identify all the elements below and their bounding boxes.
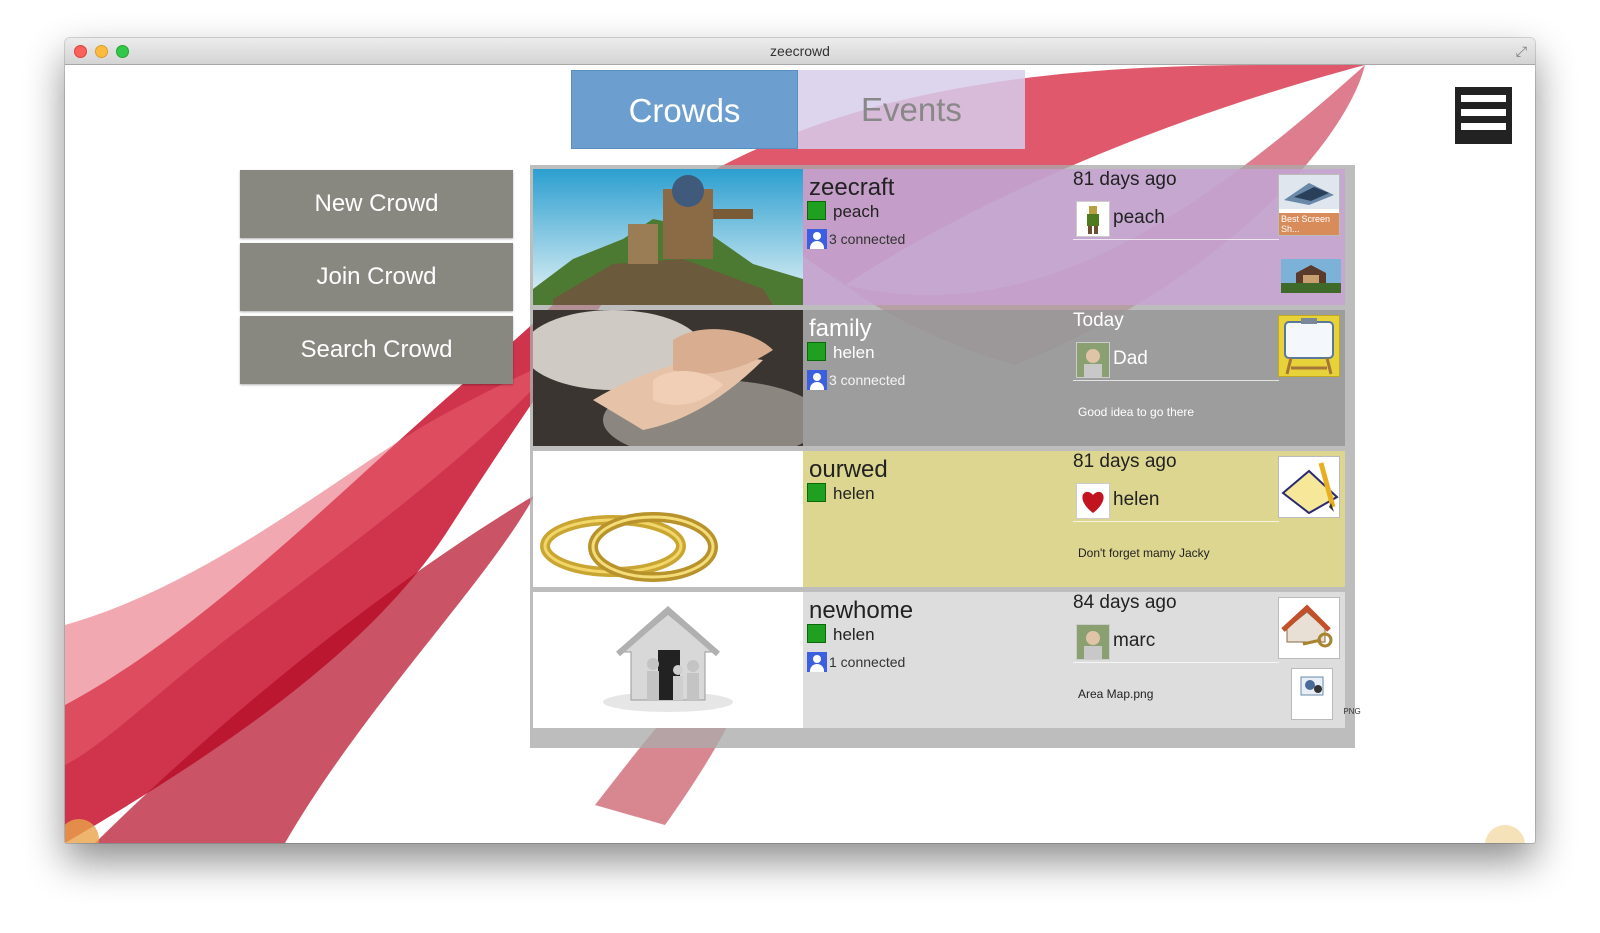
heart-avatar-icon (1076, 483, 1110, 519)
hamburger-menu-icon[interactable] (1455, 87, 1512, 144)
online-status-icon (807, 624, 826, 643)
search-crowd-button[interactable]: Search Crowd (240, 316, 513, 384)
online-status-icon (807, 342, 826, 361)
app-content: Crowds Events New Crowd Join Crowd Searc… (65, 65, 1535, 843)
attachment-filename: Area Map.png (1078, 687, 1154, 701)
crowd-owner: helen (807, 342, 875, 363)
tab-events[interactable]: Events (798, 70, 1025, 149)
connected-count: 1 connected (807, 652, 905, 672)
window-title: zeecrowd (770, 43, 830, 59)
latest-post[interactable]: Dad (1073, 340, 1279, 381)
house-keys-thumbnail[interactable] (1278, 597, 1340, 659)
crowd-image-rings (533, 451, 803, 587)
screenshot-thumbnail[interactable]: Best Screen Sh... (1278, 174, 1340, 236)
new-crowd-button[interactable]: New Crowd (240, 170, 513, 238)
crowd-list: zeecraft peach 3 connected 81 days ago p… (530, 165, 1361, 748)
crowd-owner: peach (807, 201, 879, 222)
person-icon (807, 229, 827, 249)
latest-post[interactable]: marc (1073, 622, 1279, 663)
pagoda-thumbnail[interactable] (1281, 259, 1341, 293)
crowd-row-family[interactable]: family helen 3 connected Today Dad Good … (533, 310, 1345, 446)
crowd-name: ourwed (809, 456, 888, 483)
person-icon (807, 652, 827, 672)
avatar (1076, 624, 1110, 660)
whiteboard-thumbnail[interactable] (1278, 315, 1340, 377)
crowd-owner: helen (807, 624, 875, 645)
person-icon (807, 370, 827, 390)
notepad-thumbnail[interactable] (1278, 456, 1340, 518)
post-message: Don't forget mamy Jacky (1078, 546, 1210, 560)
latest-post[interactable]: peach (1073, 199, 1279, 240)
latest-post[interactable]: helen (1073, 481, 1279, 522)
png-file-icon[interactable]: PNG (1291, 668, 1361, 720)
tab-crowds[interactable]: Crowds (571, 70, 798, 149)
crowd-info: zeecraft peach 3 connected 81 days ago p… (803, 169, 1345, 305)
join-crowd-button[interactable]: Join Crowd (240, 243, 513, 311)
crowd-info: ourwed helen 81 days ago helen Don't for… (803, 451, 1345, 587)
online-status-icon (807, 483, 826, 502)
last-activity-time: 81 days ago (1073, 451, 1177, 472)
crowd-row-newhome[interactable]: newhome helen 1 connected 84 days ago ma… (533, 592, 1361, 728)
poster-name: Dad (1113, 348, 1148, 369)
app-window: zeecrowd ⤢ Crowds Events New Crowd Join … (65, 38, 1535, 843)
crowd-image-hands (533, 310, 803, 446)
poster-name: helen (1113, 489, 1160, 510)
poster-name: peach (1113, 207, 1165, 228)
avatar (1076, 342, 1110, 378)
last-activity-time: 81 days ago (1073, 169, 1177, 190)
post-message: Good idea to go there (1078, 405, 1195, 419)
poster-name: marc (1113, 630, 1156, 651)
crowd-name: newhome (809, 597, 914, 624)
connected-count: 3 connected (807, 229, 905, 249)
crowd-owner: helen (807, 483, 875, 504)
title-bar: zeecrowd ⤢ (65, 38, 1535, 65)
crowd-image-house (533, 592, 803, 728)
crowd-name: family (809, 315, 872, 342)
fullscreen-icon[interactable]: ⤢ (1516, 43, 1527, 60)
avatar (1076, 201, 1110, 237)
crowd-name: zeecraft (809, 174, 895, 201)
connected-count: 3 connected (807, 370, 905, 390)
crowd-image-castle (533, 169, 803, 305)
crowd-row-zeecraft[interactable]: zeecraft peach 3 connected 81 days ago p… (533, 169, 1345, 305)
crowd-info: newhome helen 1 connected 84 days ago ma… (803, 592, 1361, 728)
crowd-row-ourwed[interactable]: ourwed helen 81 days ago helen Don't for… (533, 451, 1345, 587)
online-status-icon (807, 201, 826, 220)
last-activity-time: 84 days ago (1073, 592, 1177, 613)
last-activity-time: Today (1073, 310, 1124, 331)
crowd-info: family helen 3 connected Today Dad Good … (803, 310, 1345, 446)
